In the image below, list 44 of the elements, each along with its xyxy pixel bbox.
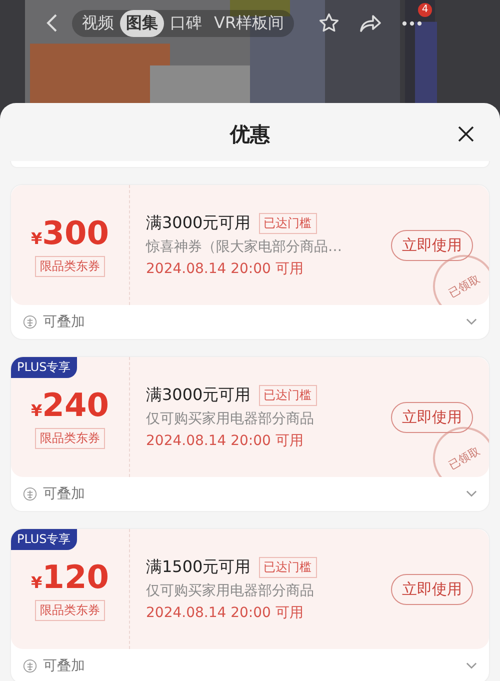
threshold-tag: 已达门槛 [258,212,317,234]
stack-icon [23,487,37,501]
currency-symbol: ¥ [31,400,42,420]
plus-badge: PLUS专享 [11,357,77,378]
nav-tab[interactable]: 视频 [76,10,120,36]
use-button[interactable]: 立即使用 [391,574,473,604]
coupon-condition: 满3000元可用 [146,212,251,234]
stack-label: 可叠加 [43,657,85,675]
coupon-condition: 满3000元可用 [146,384,251,406]
more-icon[interactable] [402,20,422,26]
chevron-down-icon[interactable] [466,318,477,326]
close-icon[interactable] [458,126,474,142]
back-icon[interactable] [46,13,58,33]
coupon-amount: 240 [42,386,109,424]
coupon-type-tag: 限品类东券 [35,428,105,448]
coupon-type-tag: 限品类东券 [35,256,105,276]
coupon-time: 2024.08.14 20:00 可用 [146,260,304,278]
coupon-time: 2024.08.14 20:00 可用 [146,432,304,450]
coupon-description: 惊喜神券（限大家电部分商品… [146,238,343,256]
stack-label: 可叠加 [43,485,85,503]
coupon-description: 仅可购买家用电器部分商品 [146,410,315,428]
coupon-description: 仅可购买家用电器部分商品 [146,582,315,600]
coupon-condition: 满1500元可用 [146,556,251,578]
star-icon[interactable] [318,12,340,34]
share-icon[interactable] [358,13,382,33]
threshold-tag: 已达门槛 [258,556,317,578]
sheet-title: 优惠 [230,120,270,148]
stack-icon [23,659,37,673]
coupon-time: 2024.08.14 20:00 可用 [146,604,304,622]
nav-tab[interactable]: VR样板间 [208,10,290,36]
chevron-down-icon[interactable] [466,490,477,498]
currency-symbol: ¥ [31,572,42,592]
coupon-amount: 120 [42,558,109,596]
use-button[interactable]: 立即使用 [391,402,473,432]
threshold-tag: 已达门槛 [258,384,317,406]
coupon-type-tag: 限品类东券 [35,600,105,620]
chevron-down-icon[interactable] [466,662,477,670]
stack-icon [23,315,37,329]
stack-label: 可叠加 [43,313,85,331]
plus-badge: PLUS专享 [11,529,77,550]
coupon-amount: 300 [42,214,109,252]
currency-symbol: ¥ [31,228,42,248]
use-button[interactable]: 立即使用 [391,230,473,260]
nav-tab[interactable]: 口碑 [164,10,208,36]
